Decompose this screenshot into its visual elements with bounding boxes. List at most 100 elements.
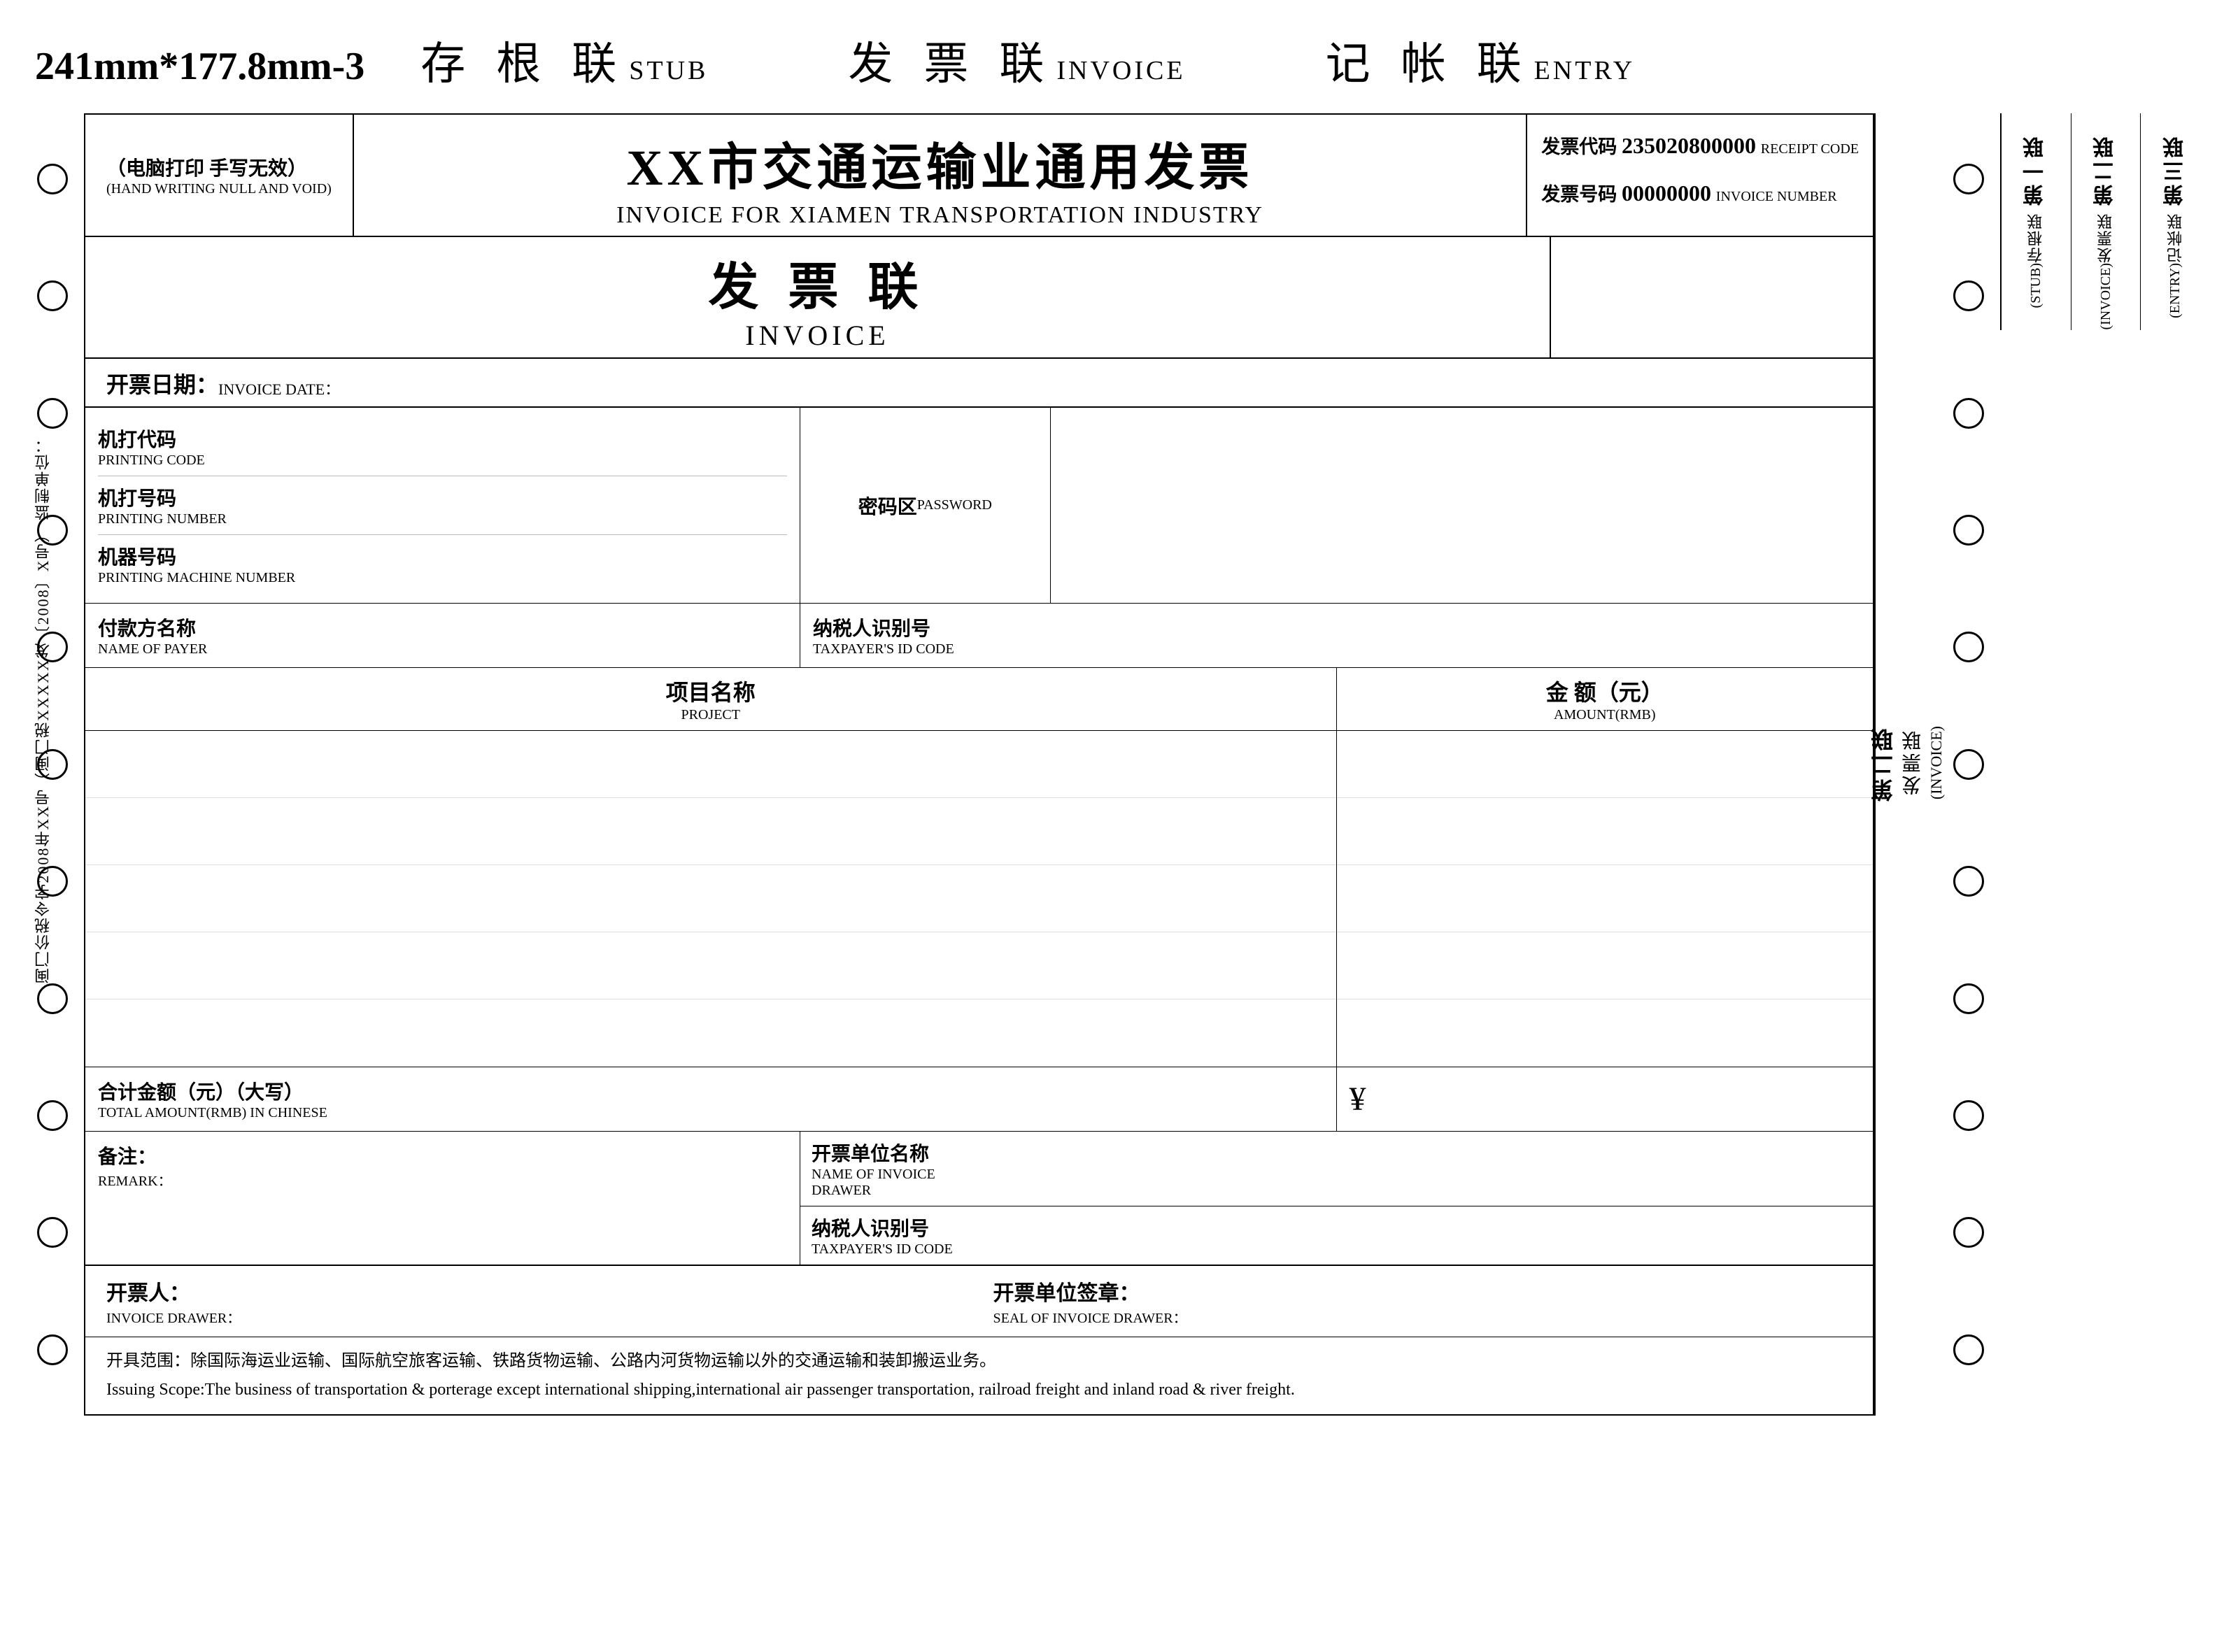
card-footer: 开票人： INVOICE DRAWER： 开票单位签章： SEAL OF INV… <box>85 1265 1873 1337</box>
scope-line: 开具范围：除国际海运业运输、国际航空旅客运输、铁路货物运输、公路内河货物运输以外… <box>85 1337 1873 1414</box>
total-row: 合计金额（元）（大写） TOTAL AMOUNT(RMB) IN CHINESE… <box>85 1067 1873 1132</box>
payer-label-zh: 付款方名称 <box>98 613 787 641</box>
taxpayer-label-zh: 纳税人识别号 <box>813 613 1860 641</box>
remarks-cell: 备注： REMARK： <box>85 1132 800 1265</box>
circle-left-9 <box>37 1100 68 1131</box>
three-columns-labels: 第一联 存根联 (STUB) 第二联 发票联 (INVOICE) 第三联 记帐联… <box>2000 113 2210 330</box>
receipt-code-label-zh: 发票代码 <box>1541 136 1617 157</box>
receipt-code-value: 235020800000 <box>1622 133 1756 158</box>
printing-number-en: PRINTING NUMBER <box>98 511 787 527</box>
card-header: （电脑打印 手写无效） (HAND WRITING NULL AND VOID)… <box>85 115 1873 237</box>
date-row: 开票日期： INVOICE DATE： <box>85 359 1873 408</box>
circle-right-6 <box>1953 749 1984 780</box>
seal-label-en: SEAL OF INVOICE DRAWER： <box>993 1306 1853 1327</box>
seal-label-zh: 开票单位签章： <box>993 1276 1853 1306</box>
drawer-name-en: NAME OF INVOICE DRAWER <box>812 1167 1862 1199</box>
section-label-zh: 发 票 联 <box>708 245 926 319</box>
circle-right-9 <box>1953 1100 1984 1131</box>
invoice-drawer-label-en: INVOICE DRAWER： <box>106 1306 965 1327</box>
printing-code-zh: 机打代码 <box>98 425 787 453</box>
amount-label-en: AMOUNT(RMB) <box>1337 707 1874 723</box>
printing-code-row: 机打代码 PRINTING CODE <box>98 418 787 476</box>
second-union-content: 第二联 发票联 (INVOICE) <box>1876 113 1937 1416</box>
project-label-en: PROJECT <box>85 707 1336 723</box>
taxpayer-label-en: TAXPAYER'S ID CODE <box>813 641 1860 657</box>
project-label-zh: 项目名称 <box>85 675 1336 707</box>
circle-left-3 <box>37 398 68 429</box>
second-union-en: (INVOICE) <box>1927 726 1946 799</box>
printing-code-en: PRINTING CODE <box>98 453 787 469</box>
password-label-cell: 密码区 PASSWORD <box>800 408 1051 603</box>
col1-type: 存根联 <box>2025 213 2047 263</box>
col3-label: 第三联 记帐联 (ENTRY) <box>2140 113 2210 330</box>
col2-num: 第二联 <box>2090 134 2121 206</box>
amount-col <box>1337 731 1874 1067</box>
invoice-number-label-en: INVOICE NUMBER <box>1716 189 1837 204</box>
handwriting-note: （电脑打印 手写无效） (HAND WRITING NULL AND VOID) <box>85 115 354 236</box>
handwriting-en: (HAND WRITING NULL AND VOID) <box>106 181 332 197</box>
printing-number-row: 机打号码 PRINTING NUMBER <box>98 476 787 535</box>
circle-left-10 <box>37 1217 68 1248</box>
entry-label-zh: 记 帐 联 <box>1326 39 1531 89</box>
project-col <box>85 731 1337 1067</box>
scope-zh: 开具范围：除国际海运业运输、国际航空旅客运输、铁路货物运输、公路内河货物运输以外… <box>106 1347 1852 1376</box>
payer-row: 付款方名称 NAME OF PAYER 纳税人识别号 TAXPAYER'S ID… <box>85 604 1873 668</box>
circle-left-8 <box>37 983 68 1014</box>
fapiao-row: 发 票 联 INVOICE <box>85 237 1873 359</box>
payer-label-en: NAME OF PAYER <box>98 641 787 657</box>
circle-left-11 <box>37 1334 68 1365</box>
payer-cell: 付款方名称 NAME OF PAYER <box>85 604 800 667</box>
password-area <box>1051 408 1873 603</box>
invoice-label-zh: 发 票 联 <box>848 39 1054 89</box>
stub-label-zh: 存 根 联 <box>420 39 626 89</box>
printing-machine-row: 机器号码 PRINTING MACHINE NUMBER <box>98 535 787 593</box>
col3-en: (ENTRY) <box>2167 263 2183 318</box>
circle-right-7 <box>1953 866 1984 897</box>
remarks-row: 备注： REMARK： 开票单位名称 NAME OF INVOICE DRAWE… <box>85 1132 1873 1265</box>
col2-type: 发票联 <box>2095 213 2117 263</box>
total-label-zh: 合计金额（元）（大写） <box>98 1077 1324 1105</box>
second-union-vert: 第二联 发票联 (INVOICE) <box>1867 726 1946 802</box>
circle-right-11 <box>1953 1334 1984 1365</box>
drawer-name-cell: 开票单位名称 NAME OF INVOICE DRAWER <box>800 1132 1873 1206</box>
project-content-area <box>85 731 1873 1067</box>
total-label-cell: 合计金额（元）（大写） TOTAL AMOUNT(RMB) IN CHINESE <box>85 1067 1337 1131</box>
amount-header-cell: 金 额（元） AMOUNT(RMB) <box>1337 668 1874 730</box>
invoice-date-label-zh: 开票日期： <box>106 367 218 399</box>
receipt-code-label-en: RECEIPT CODE <box>1761 141 1859 157</box>
handwriting-zh: （电脑打印 手写无效） <box>106 153 332 181</box>
printing-machine-zh: 机器号码 <box>98 542 787 570</box>
circle-right-2 <box>1953 280 1984 311</box>
invoice-number-label-zh: 发票号码 <box>1541 184 1617 205</box>
right-circles-column <box>1937 113 2000 1416</box>
circle-right-3 <box>1953 398 1984 429</box>
second-union-type: 发票联 <box>1899 726 1927 798</box>
entry-label-en: ENTRY <box>1534 56 1636 85</box>
col2-en: (INVOICE) <box>2098 263 2114 330</box>
yen-symbol: ¥ <box>1350 1080 1366 1118</box>
section-label-en: INVOICE <box>99 319 1536 352</box>
drawer-name-zh: 开票单位名称 <box>812 1139 1862 1167</box>
invoice-number-value: 00000000 <box>1622 180 1711 206</box>
circle-right-5 <box>1953 632 1984 662</box>
seal-block: 开票单位签章： SEAL OF INVOICE DRAWER： <box>965 1276 1853 1327</box>
page-size-label: 241mm*177.8mm-3 <box>35 44 364 89</box>
circle-left-2 <box>37 280 68 311</box>
receipt-code-block: 发票代码 235020800000 RECEIPT CODE 发票号码 0000… <box>1527 115 1873 236</box>
invoice-card: （电脑打印 手写无效） (HAND WRITING NULL AND VOID)… <box>84 113 1874 1416</box>
invoice-label-en: INVOICE <box>1056 56 1185 85</box>
invoice-drawer-block: 开票人： INVOICE DRAWER： <box>106 1276 965 1327</box>
circle-right-8 <box>1953 983 1984 1014</box>
project-header-cell: 项目名称 PROJECT <box>85 668 1337 730</box>
circle-right-10 <box>1953 1217 1984 1248</box>
printing-machine-en: PRINTING MACHINE NUMBER <box>98 570 787 586</box>
total-label-en: TOTAL AMOUNT(RMB) IN CHINESE <box>98 1105 1324 1121</box>
main-title-zh: XX市交通运输业通用发票 <box>368 126 1512 199</box>
col2-label: 第二联 发票联 (INVOICE) <box>2071 113 2141 330</box>
col3-type: 记帐联 <box>2165 213 2187 263</box>
circle-left-1 <box>37 164 68 194</box>
printing-number-zh: 机打号码 <box>98 483 787 511</box>
col1-num: 第一联 <box>2020 134 2051 206</box>
drawer-taxpayer-zh: 纳税人识别号 <box>812 1213 1862 1241</box>
second-union-strip: 第二联 发票联 (INVOICE) <box>1874 113 1937 1416</box>
